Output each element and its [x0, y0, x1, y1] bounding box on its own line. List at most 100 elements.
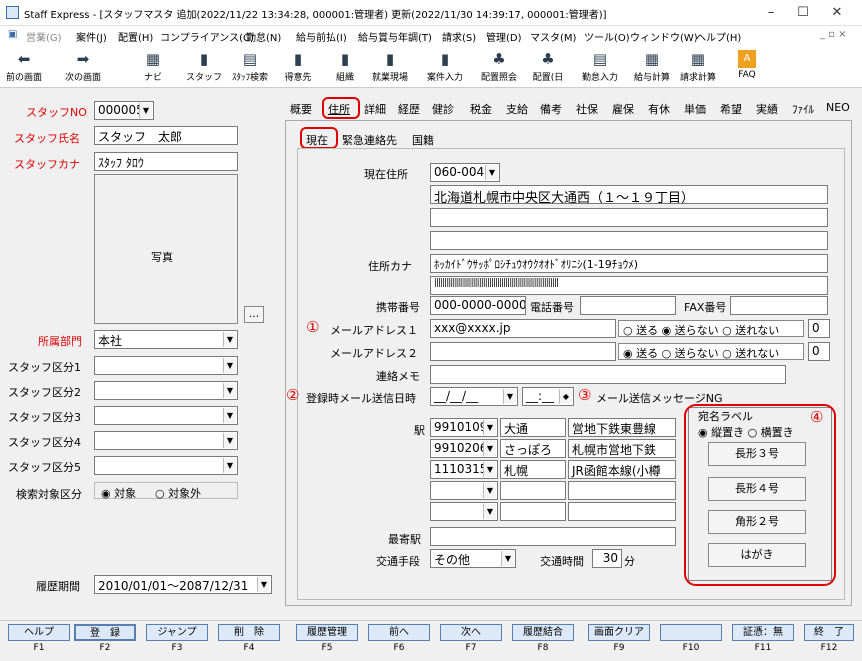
next-screen-button[interactable]: ➡ 次の画面: [58, 48, 108, 86]
minimize-button[interactable]: –: [756, 2, 786, 24]
class1-select[interactable]: ▼: [94, 356, 238, 375]
mobile-input[interactable]: 000-0000-0000: [430, 296, 526, 315]
tab-tax[interactable]: 税金: [470, 101, 492, 117]
mail2-input[interactable]: [430, 342, 616, 361]
station3-name[interactable]: 札幌: [500, 460, 566, 479]
menu-item[interactable]: ツール(O): [584, 29, 630, 44]
fax-input[interactable]: [730, 296, 828, 315]
next-record-button[interactable]: 次へ: [440, 624, 502, 641]
tab-detail[interactable]: 詳細: [364, 101, 386, 117]
menu-item[interactable]: 請求(S): [442, 29, 476, 44]
mail1-send-radio[interactable]: ○ 送る ◉ 送らない ○ 送れない: [618, 320, 804, 337]
menu-item[interactable]: 案件(J): [76, 29, 107, 44]
station5-name[interactable]: [500, 502, 566, 521]
search-target-opt2[interactable]: ○ 対象外: [155, 485, 201, 501]
help-button[interactable]: ヘルプ: [8, 624, 70, 641]
staff-kana-input[interactable]: ｽﾀｯﾌ ﾀﾛｳ: [94, 152, 238, 171]
station1-name[interactable]: 大通: [500, 418, 566, 437]
address-line1-input[interactable]: 北海道札幌市中央区大通西（１～１９丁目）: [430, 185, 828, 204]
staff-search-button[interactable]: ▤ ｽﾀｯﾌ検索: [228, 48, 272, 86]
menu-item[interactable]: 給与前払(I): [296, 29, 347, 44]
tab-wish[interactable]: 希望: [720, 101, 742, 117]
navi-button[interactable]: ▦ ナビ: [138, 48, 168, 86]
tab-employment-ins[interactable]: 雇保: [612, 101, 634, 117]
exit-button[interactable]: 終 了: [804, 624, 854, 641]
regmail-time[interactable]: __:__ ◆: [522, 387, 574, 406]
station4-code[interactable]: ▼: [430, 481, 498, 500]
tab-social-ins[interactable]: 社保: [576, 101, 598, 117]
photo-browse-button[interactable]: ...: [244, 306, 264, 323]
menu-item[interactable]: 配置(H): [118, 29, 153, 44]
history-select[interactable]: 2010/01/01～2087/12/31 ▼: [94, 575, 272, 594]
prev-record-button[interactable]: 前へ: [368, 624, 430, 641]
address-kana-input[interactable]: ﾎｯｶｲﾄﾞｳｻｯﾎﾟﾛｼﾁｭｳｵｳｸｵｵﾄﾞｵﾘﾆｼ(1-19ﾁｮｳﾒ): [430, 254, 828, 273]
mail2-send-radio[interactable]: ◉ 送る ○ 送らない ○ 送れない: [618, 343, 804, 360]
client-button[interactable]: ▮ 得意先: [280, 48, 316, 86]
pay-calc-button[interactable]: ▦ 給与計算: [630, 48, 674, 86]
tab-paid-leave[interactable]: 有休: [648, 101, 670, 117]
zip-select[interactable]: 060-0042 ▼: [430, 163, 500, 182]
station1-code[interactable]: 9910109 ▼: [430, 418, 498, 437]
class4-select[interactable]: ▼: [94, 431, 238, 450]
maximize-button[interactable]: ☐: [788, 2, 818, 24]
close-button[interactable]: ✕: [822, 2, 852, 24]
tab-checkup[interactable]: 健診: [432, 101, 454, 117]
staff-no-select[interactable]: 000005 ▼: [94, 101, 154, 120]
tab-overview[interactable]: 概要: [290, 101, 312, 117]
regmail-date[interactable]: __/__/__ ▼: [430, 387, 518, 406]
commute-input[interactable]: 30: [592, 549, 622, 568]
attendance-button[interactable]: ▤ 勤怠入力: [578, 48, 622, 86]
tab-neo[interactable]: NEO: [826, 101, 850, 114]
bill-calc-button[interactable]: ▦ 請求計算: [676, 48, 720, 86]
photo-frame[interactable]: 写真: [94, 174, 238, 324]
tab-unit-price[interactable]: 単価: [684, 101, 706, 117]
worksite-button[interactable]: ▮ 就業現場: [368, 48, 412, 86]
nearest-station-input[interactable]: [430, 527, 676, 546]
menu-item[interactable]: マスタ(M): [530, 29, 576, 44]
clear-screen-button[interactable]: 画面クリア: [588, 624, 650, 641]
mdi-controls[interactable]: _ ▫ ×: [820, 29, 847, 40]
class3-select[interactable]: ▼: [94, 406, 238, 425]
station3-code[interactable]: 1110315 ▼: [430, 460, 498, 479]
class5-select[interactable]: ▼: [94, 456, 238, 475]
delete-button[interactable]: 削 除: [218, 624, 280, 641]
menu-item[interactable]: 管理(D): [486, 29, 522, 44]
menu-item[interactable]: 給与賞与年調(T): [358, 29, 432, 44]
menu-item[interactable]: コンプライアンス(C): [160, 29, 254, 44]
history-manage-button[interactable]: 履歴管理: [296, 624, 358, 641]
staff-button[interactable]: ▮ スタッフ: [186, 48, 222, 86]
subtab-nationality[interactable]: 国籍: [412, 132, 434, 148]
memo-input[interactable]: [430, 365, 786, 384]
faq-button[interactable]: A FAQ: [730, 48, 764, 86]
job-entry-button[interactable]: ▮ 案件入力: [420, 48, 470, 86]
station4-name[interactable]: [500, 481, 566, 500]
station2-code[interactable]: 9910206 ▼: [430, 439, 498, 458]
tab-notes[interactable]: 備考: [540, 101, 562, 117]
address-line2-input[interactable]: [430, 208, 828, 227]
assign-query-button[interactable]: ♣ 配置照会: [474, 48, 524, 86]
voucher-button[interactable]: 証憑：無: [732, 624, 794, 641]
dept-select[interactable]: 本社 ▼: [94, 330, 238, 349]
register-button[interactable]: 登 録: [74, 624, 136, 641]
menu-item[interactable]: 勤怠(N): [246, 29, 281, 44]
class2-select[interactable]: ▼: [94, 381, 238, 400]
address-line3-input[interactable]: [430, 231, 828, 250]
tab-payment[interactable]: 支給: [506, 101, 528, 117]
station2-name[interactable]: さっぽろ: [500, 439, 566, 458]
tab-career[interactable]: 経歴: [398, 101, 420, 117]
history-merge-button[interactable]: 履歴結合: [512, 624, 574, 641]
tab-file[interactable]: ﾌｧｲﾙ: [792, 101, 814, 117]
mail1-input[interactable]: xxx@xxxx.jp: [430, 319, 616, 338]
station5-code[interactable]: ▼: [430, 502, 498, 521]
transport-select[interactable]: その他 ▼: [430, 549, 516, 568]
jump-button[interactable]: ジャンプ: [146, 624, 208, 641]
tab-record[interactable]: 実績: [756, 101, 778, 117]
staff-name-input[interactable]: スタッフ 太郎: [94, 126, 238, 145]
menu-item[interactable]: ウィンドウ(W): [630, 29, 698, 44]
search-target-opt1[interactable]: ◉ 対象: [101, 485, 136, 501]
phone-input[interactable]: [580, 296, 676, 315]
assign-day-button[interactable]: ♣ 配置(日: [526, 48, 570, 86]
prev-screen-button[interactable]: ⬅ 前の画面: [2, 48, 46, 86]
menu-item[interactable]: ヘルプ(H): [696, 29, 741, 44]
menu-item[interactable]: 営業(G): [26, 29, 62, 44]
